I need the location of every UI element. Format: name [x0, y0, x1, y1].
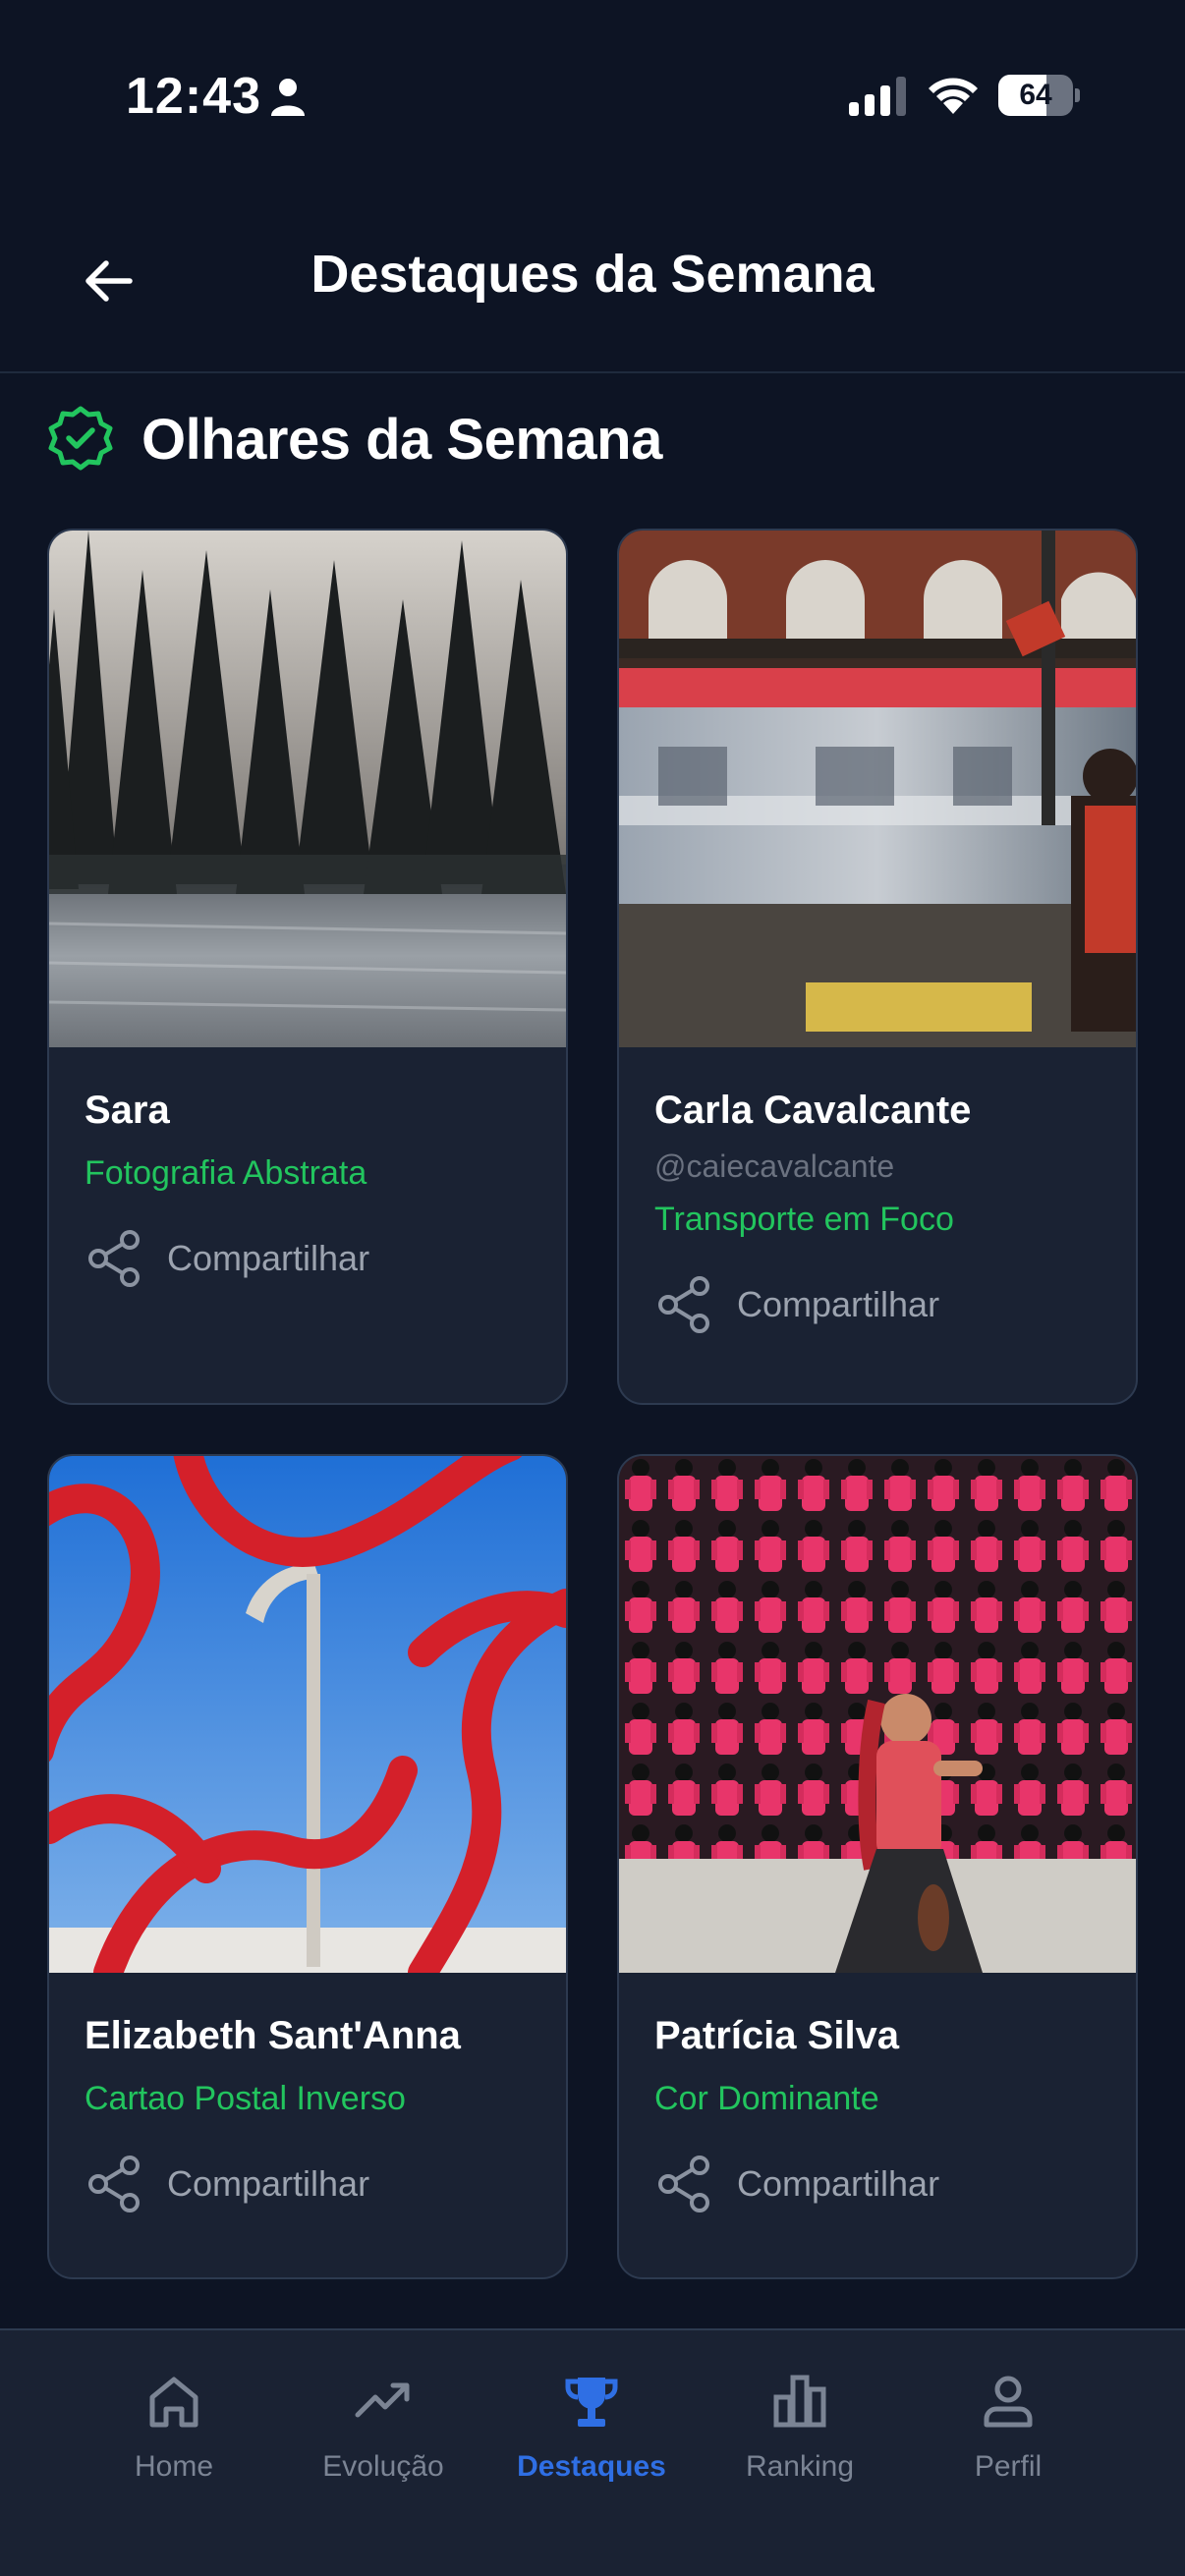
- nav-label: Ranking: [745, 2450, 855, 2483]
- photographer-name: Carla Cavalcante: [654, 1089, 972, 1132]
- nav-item-home[interactable]: Home: [76, 2370, 272, 2507]
- nav-label: Perfil: [974, 2450, 1043, 2483]
- person-icon: [271, 79, 305, 116]
- trending-up-icon: [355, 2382, 410, 2418]
- share-button[interactable]: Compartilhar: [85, 1228, 542, 1289]
- wifi-icon: [929, 78, 978, 114]
- card-body: Patrícia Silva Cor Dominante Compartilha…: [654, 2014, 1112, 2214]
- share-icon: [658, 2156, 709, 2212]
- share-label: Compartilhar: [167, 2163, 370, 2204]
- share-label: Compartilhar: [737, 2163, 940, 2204]
- snowy-pine-forest-photo: [49, 531, 566, 1047]
- page-title: Destaques da Semana: [310, 245, 875, 304]
- category-label: Cor Dominante: [654, 2080, 879, 2117]
- share-button[interactable]: Compartilhar: [85, 2154, 542, 2214]
- top-app-bar: Destaques da Semana: [0, 187, 1185, 373]
- home-icon: [149, 2377, 198, 2428]
- bar-chart-icon: [773, 2375, 826, 2428]
- highlight-card[interactable]: Patrícia Silva Cor Dominante Compartilha…: [617, 1454, 1138, 2279]
- nav-item-ranking[interactable]: Ranking: [702, 2370, 898, 2507]
- category-label: Cartao Postal Inverso: [85, 2080, 406, 2117]
- highlight-card[interactable]: Sara Fotografia Abstrata Compartilhar: [47, 529, 568, 1405]
- photographer-name: Patrícia Silva: [654, 2014, 900, 2057]
- share-label: Compartilhar: [167, 1238, 370, 1278]
- share-button[interactable]: Compartilhar: [654, 1274, 1112, 1335]
- highlight-card[interactable]: Elizabeth Sant'Anna Cartao Postal Invers…: [47, 1454, 568, 2279]
- highlight-card[interactable]: Carla Cavalcante @caiecavalcante Transpo…: [617, 529, 1138, 1405]
- battery-icon: 64: [998, 75, 1080, 116]
- red-figures-mural-photo: [619, 1456, 1136, 1973]
- photographer-name: Sara: [85, 1089, 170, 1132]
- battery-level: 64: [1019, 79, 1052, 111]
- card-body: Carla Cavalcante @caiecavalcante Transpo…: [654, 1089, 1112, 1335]
- card-body: Elizabeth Sant'Anna Cartao Postal Invers…: [85, 2014, 542, 2214]
- bottom-navigation: Home Evolução Destaques Ranking Perfil: [0, 2328, 1185, 2576]
- status-time: 12:43: [126, 68, 261, 125]
- card-body: Sara Fotografia Abstrata Compartilhar: [85, 1089, 542, 1289]
- category-label: Transporte em Foco: [654, 1201, 954, 1238]
- category-label: Fotografia Abstrata: [85, 1154, 367, 1192]
- nav-item-perfil[interactable]: Perfil: [910, 2370, 1106, 2507]
- nav-item-evolucao[interactable]: Evolução: [285, 2370, 481, 2507]
- share-label: Compartilhar: [737, 1284, 940, 1324]
- red-sculpture-monument-photo: [49, 1456, 566, 1973]
- status-bar: 12:43 64: [0, 0, 1185, 187]
- trophy-icon: [565, 2378, 618, 2427]
- share-icon: [88, 2156, 140, 2212]
- motion-blur-train-station-photo: [619, 531, 1136, 1047]
- nav-item-destaques[interactable]: Destaques: [493, 2370, 690, 2507]
- nav-label: Destaques: [517, 2450, 666, 2483]
- section-title: Olhares da Semana: [141, 408, 662, 472]
- share-icon: [658, 1276, 709, 1333]
- photographer-name: Elizabeth Sant'Anna: [85, 2014, 461, 2057]
- signal-icon: [849, 77, 906, 116]
- share-icon: [88, 1230, 140, 1287]
- verified-badge-icon: [48, 406, 113, 471]
- user-icon: [984, 2376, 1033, 2428]
- nav-label: Home: [134, 2450, 214, 2483]
- photographer-handle: @caiecavalcante: [654, 1148, 895, 1184]
- app-screen: 12:43 64 Destaques da Semana Olhares da …: [0, 0, 1185, 2576]
- share-button[interactable]: Compartilhar: [654, 2154, 1112, 2214]
- nav-label: Evolução: [322, 2450, 444, 2483]
